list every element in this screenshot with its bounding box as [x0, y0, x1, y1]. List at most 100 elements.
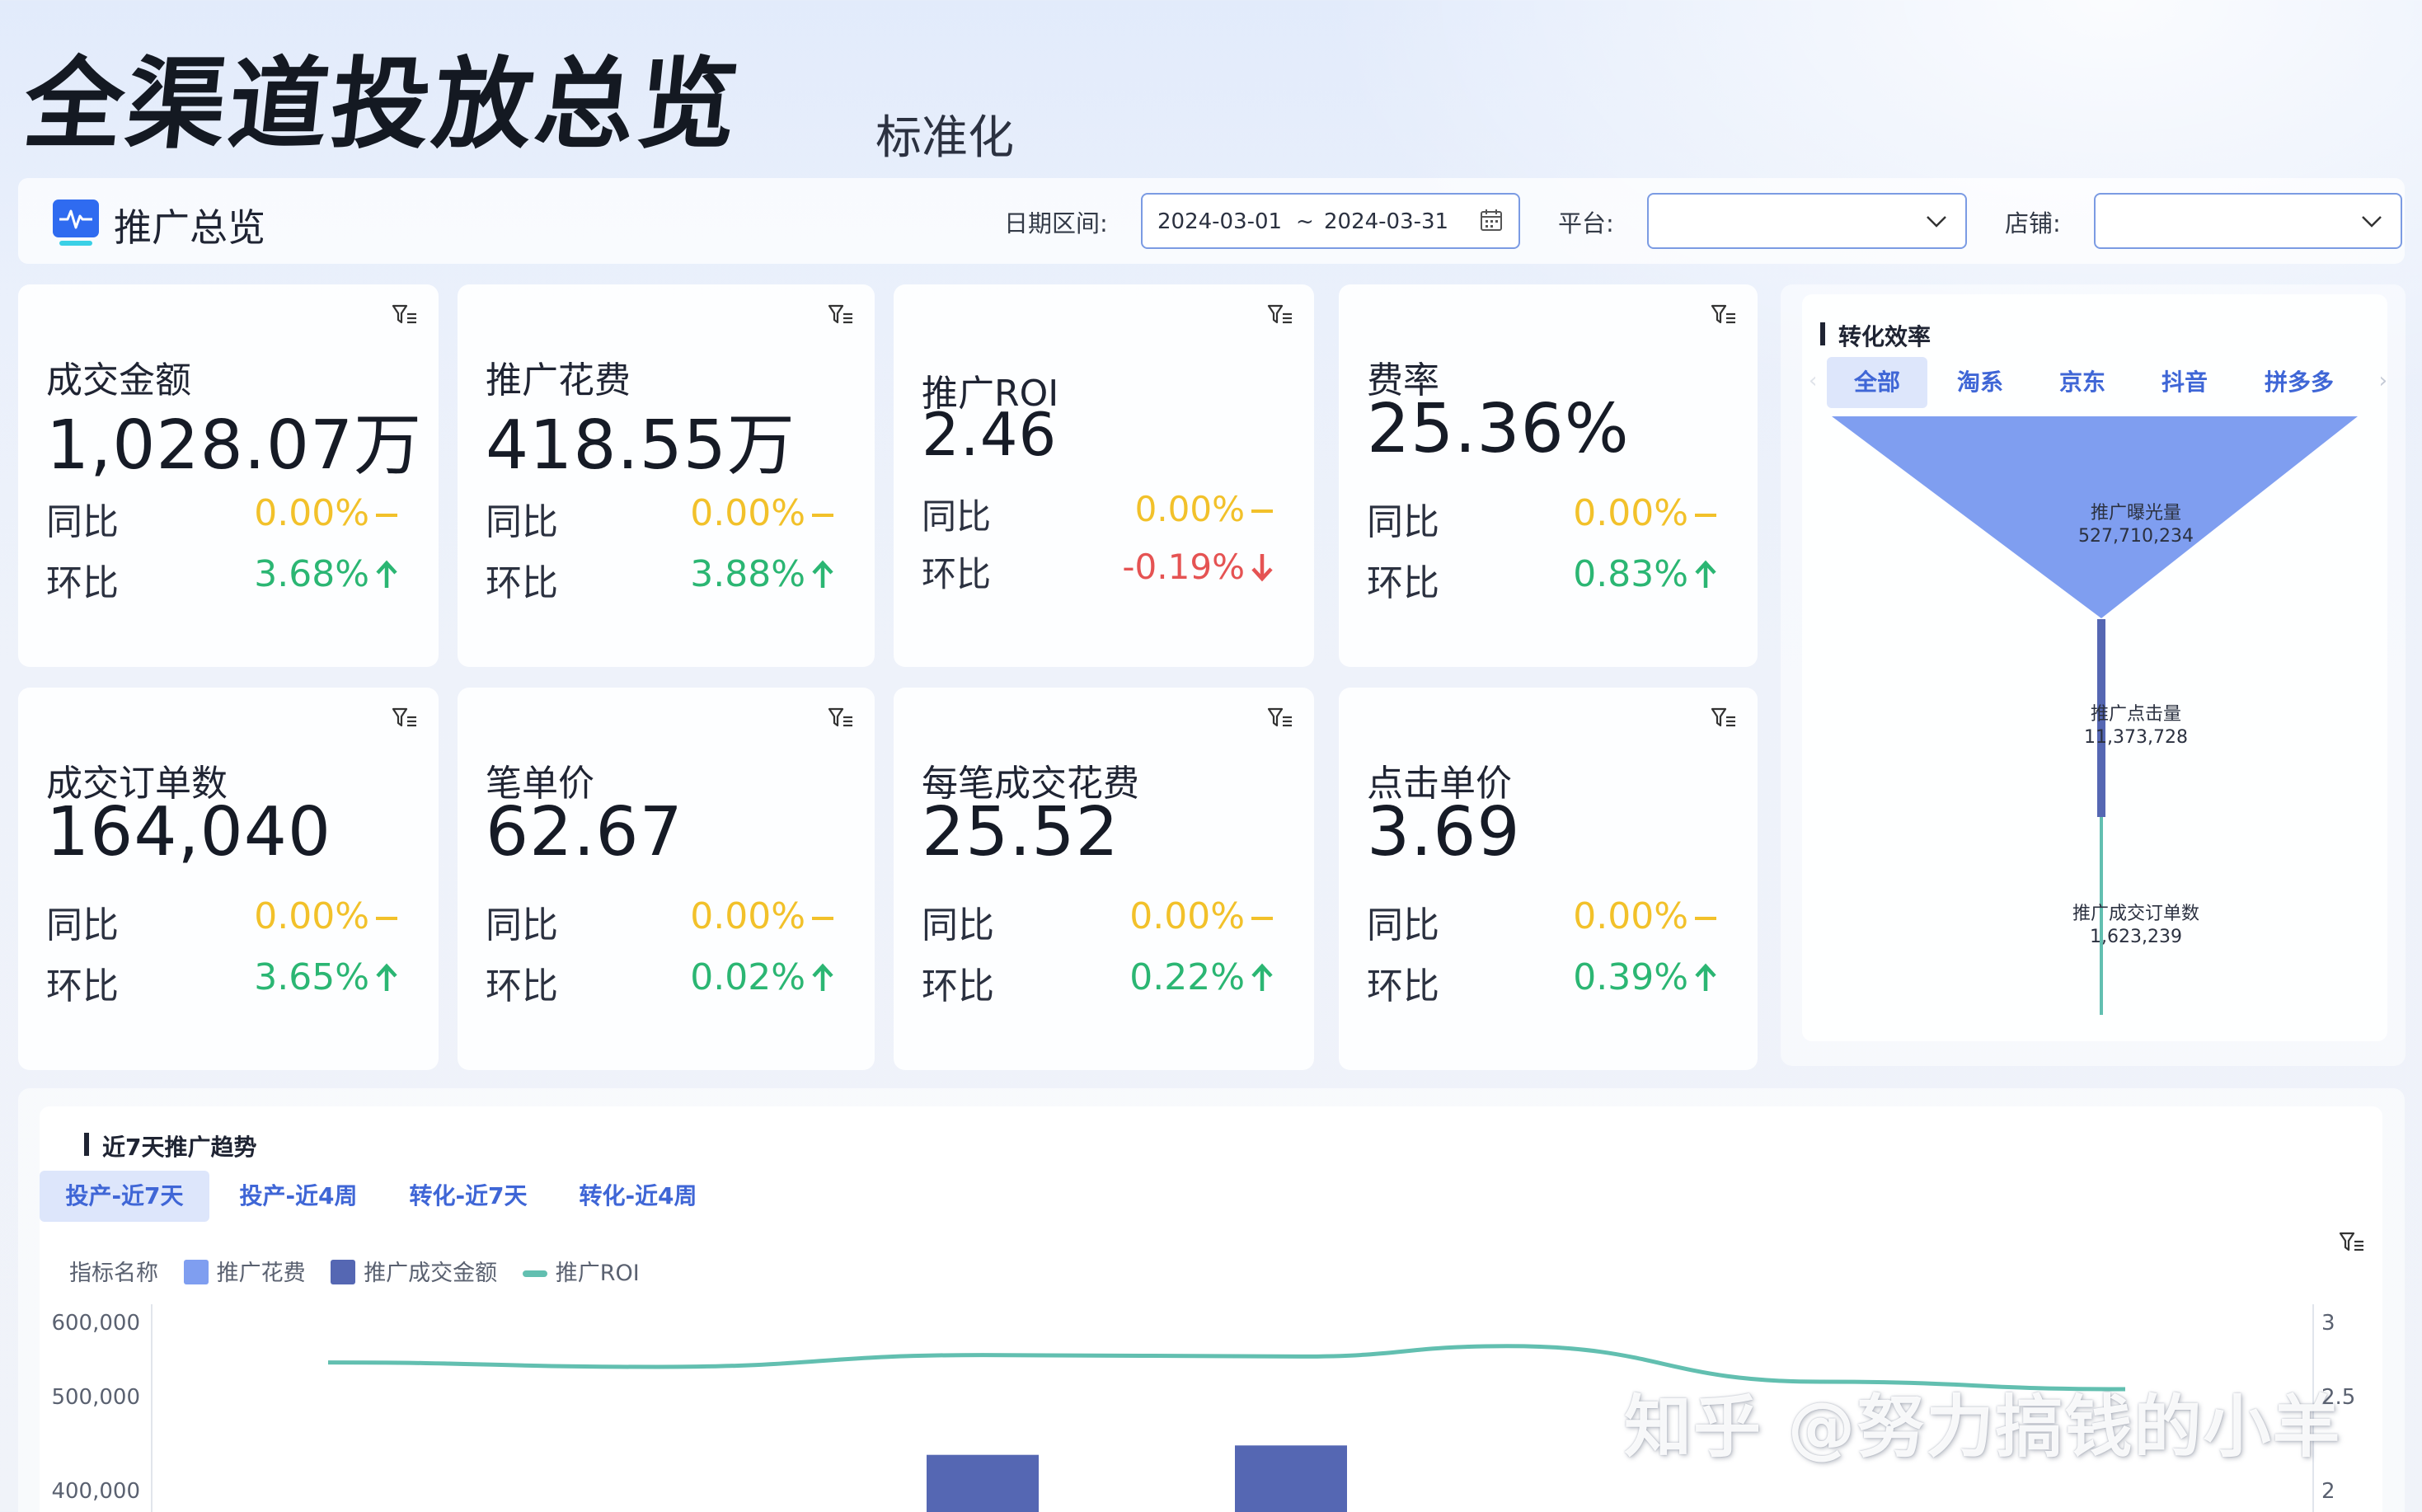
funnel-stage-2-name: 推广点击量 [2090, 704, 2181, 725]
yoy-label: 同比 [486, 904, 558, 946]
arrow-up-icon [1251, 963, 1273, 991]
tabs-scroll-right-icon[interactable]: › [2379, 369, 2387, 393]
kpi-card-avg-order: 笔单价 62.67 同比 0.00% 环比 0.02% [458, 688, 875, 1070]
kpi-card-orders: 成交订单数 164,040 同比 0.00% 环比 3.65% [18, 688, 439, 1070]
date-end-value[interactable]: 2024-03-31 [1324, 209, 1448, 234]
tab-jd[interactable]: 京东 [2033, 357, 2132, 408]
kpi-card-gmv: 成交金额 1,028.07万 同比 0.00% 环比 3.68% [18, 284, 439, 667]
yoy-value-text: 0.00% [1134, 489, 1245, 529]
yoy-label: 同比 [922, 904, 994, 946]
mom-label: 环比 [922, 554, 992, 594]
kpi-value: 25.52 [922, 793, 1119, 871]
kpi-value: 418.55万 [486, 406, 796, 485]
date-start-value[interactable]: 2024-03-01 [1157, 209, 1282, 234]
yoy-label: 同比 [1367, 904, 1439, 946]
shop-label: 店铺: [2005, 209, 2061, 237]
page-title: 全渠道投放总览 [18, 48, 747, 162]
yoy-value-text: 0.00% [1573, 895, 1688, 937]
mom-value: 0.83% [1573, 553, 1718, 595]
page-subtitle: 标准化 [875, 111, 1014, 165]
tab-taoxi[interactable]: 淘系 [1931, 357, 2030, 408]
bar-gmv-3[interactable] [927, 1454, 1039, 1512]
filter-icon[interactable] [827, 303, 855, 327]
filter-icon[interactable] [391, 706, 419, 730]
filter-icon[interactable] [827, 706, 855, 730]
kpi-value: 164,040 [46, 793, 332, 871]
tab-all[interactable]: 全部 [1827, 357, 1927, 408]
yoy-value-text: 0.00% [690, 492, 805, 534]
funnel-stage-1-value: 527,710,234 [2078, 525, 2194, 547]
yoy-value-text: 0.00% [254, 492, 369, 534]
mom-value: 0.22% [1129, 956, 1274, 998]
flat-dash-icon [812, 917, 833, 920]
yoy-label: 同比 [1367, 501, 1439, 543]
yoy-value: 0.00% [1573, 895, 1718, 937]
kpi-value: 62.67 [486, 793, 683, 871]
mom-value: 3.88% [690, 553, 835, 595]
flat-dash-icon [1251, 509, 1273, 513]
funnel-stage-1-label: 推广曝光量 527,710,234 [2012, 502, 2260, 547]
filter-icon[interactable] [1710, 706, 1738, 730]
flat-dash-icon [812, 514, 833, 517]
tab-douyin[interactable]: 抖音 [2135, 357, 2234, 408]
yoy-value: 0.00% [1573, 492, 1718, 534]
filter-bar: 推广总览 日期区间: 2024-03-01 ~ 2024-03-31 平台: 店… [18, 178, 2405, 264]
mom-value: 3.68% [254, 553, 399, 595]
flat-dash-icon [376, 514, 397, 517]
yoy-label: 同比 [46, 501, 119, 543]
yoy-label: 同比 [486, 501, 558, 543]
mom-label: 环比 [46, 562, 119, 604]
yoy-value: 0.00% [254, 492, 399, 534]
arrow-down-icon [1251, 554, 1273, 582]
yoy-value-text: 0.00% [690, 895, 805, 937]
kpi-value: 3.69 [1367, 793, 1521, 871]
funnel-panel: 转化效率 全部 淘系 京东 抖音 拼多多 › ‹ 推广曝光量 527,710,2… [1802, 294, 2387, 1041]
mom-value-text: 3.68% [254, 553, 369, 595]
filter-icon[interactable] [1266, 706, 1294, 730]
funnel-stage-2-label: 推广点击量 11,373,728 [2012, 703, 2260, 749]
kpi-value: 25.36% [1367, 390, 1630, 468]
filter-icon[interactable] [1266, 303, 1294, 327]
calendar-icon[interactable] [1479, 208, 1504, 232]
flat-dash-icon [376, 917, 397, 920]
mom-label: 环比 [486, 965, 558, 1007]
platform-select[interactable] [1647, 193, 1967, 249]
kpi-card-rate: 费率 25.36% 同比 0.00% 环比 0.83% [1339, 284, 1758, 667]
mom-value-text: 3.88% [690, 553, 805, 595]
kpi-card-cost-per-order: 每笔成交花费 25.52 同比 0.00% 环比 0.22% [894, 688, 1314, 1070]
shop-select[interactable] [2094, 193, 2402, 249]
mom-value-text: 0.83% [1573, 553, 1688, 595]
conversion-funnel-card: 转化效率 全部 淘系 京东 抖音 拼多多 › ‹ 推广曝光量 527,710,2… [1781, 284, 2406, 1066]
mom-value-text: -0.19% [1122, 547, 1245, 587]
tabs-scroll-left-icon[interactable]: ‹ [1809, 369, 1817, 393]
section-label-overview: 推广总览 [114, 205, 265, 250]
funnel-tabs: 全部 淘系 京东 抖音 拼多多 › ‹ [1809, 357, 2387, 408]
funnel-stage-3-name: 推广成交订单数 [2072, 904, 2199, 924]
yoy-value: 0.00% [1135, 489, 1274, 529]
yoy-value-text: 0.00% [1129, 895, 1245, 937]
mom-value: 0.02% [690, 956, 835, 998]
arrow-up-icon [1695, 560, 1716, 588]
mom-value: -0.19% [1122, 547, 1274, 587]
funnel-stage-3-value: 1,623,239 [2090, 926, 2182, 947]
yoy-label: 同比 [46, 904, 119, 946]
mom-label: 环比 [922, 965, 994, 1007]
arrow-up-icon [376, 560, 397, 588]
date-range-picker[interactable]: 2024-03-01 ~ 2024-03-31 [1141, 193, 1520, 249]
arrow-up-icon [376, 963, 397, 991]
filter-icon[interactable] [1710, 303, 1738, 327]
yoy-label: 同比 [922, 496, 992, 537]
platform-label: 平台: [1558, 209, 1614, 237]
flat-dash-icon [1251, 917, 1273, 920]
bar-gmv-4[interactable] [1235, 1445, 1347, 1512]
yoy-value-text: 0.00% [1573, 492, 1688, 534]
pulse-chart-icon [53, 200, 99, 246]
chevron-down-icon [2362, 216, 2382, 228]
tab-pdd[interactable]: 拼多多 [2237, 357, 2361, 408]
mom-value-text: 0.02% [690, 956, 805, 998]
kpi-card-spend: 推广花费 418.55万 同比 0.00% 环比 3.88% [458, 284, 875, 667]
flat-dash-icon [1695, 917, 1716, 920]
filter-icon[interactable] [391, 303, 419, 327]
mom-label: 环比 [46, 965, 119, 1007]
chevron-down-icon [1927, 216, 1946, 228]
